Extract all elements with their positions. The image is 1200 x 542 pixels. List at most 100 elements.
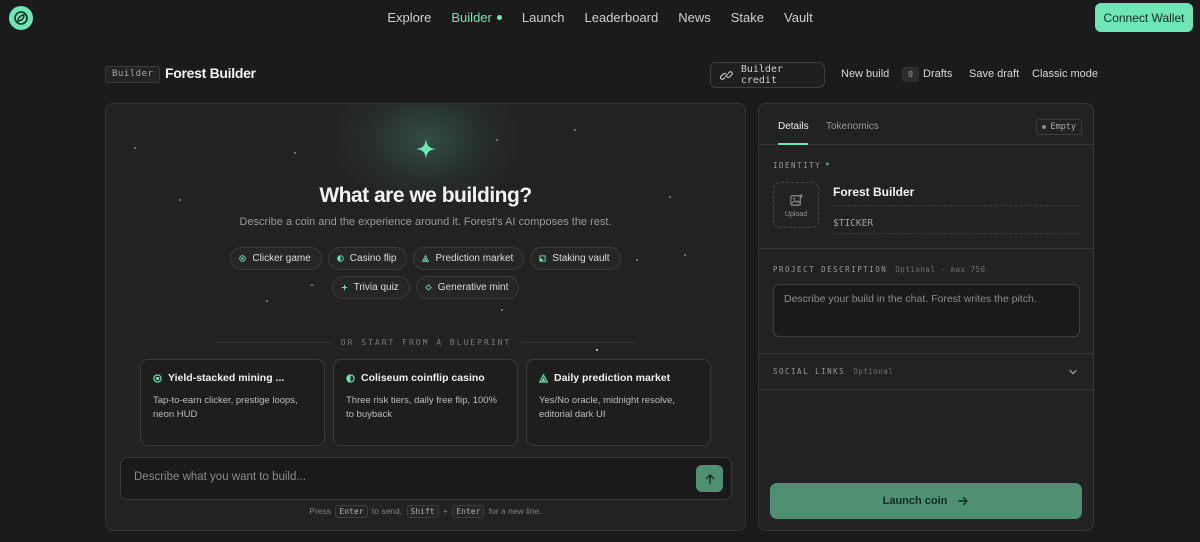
- required-mark: *: [825, 161, 832, 170]
- divider-line: [216, 341, 331, 343]
- chip-casino-flip[interactable]: Casino flip: [327, 247, 408, 270]
- nav-link-vault[interactable]: Vault: [774, 9, 823, 27]
- chip-label: Prediction market: [435, 253, 514, 264]
- star-dot: [266, 300, 268, 302]
- chip-label: Trivia quiz: [353, 282, 399, 293]
- nav-link-builder-label: Builder: [451, 10, 492, 25]
- details-panel: Details Tokenomics Empty IDENTITY * Uploa…: [758, 103, 1094, 531]
- chip-prediction-market[interactable]: Prediction market: [413, 247, 525, 270]
- prompt-input[interactable]: [134, 471, 674, 483]
- chip-generative-mint[interactable]: Generative mint: [415, 276, 520, 299]
- blueprint-title: Yield-stacked mining ...: [168, 372, 285, 384]
- prompt-chips-row-2: Trivia quiz Generative mint: [106, 276, 745, 299]
- builder-tag: Builder: [105, 66, 161, 83]
- star-dot: [294, 152, 296, 154]
- new-build-button[interactable]: New build: [841, 68, 889, 80]
- triangle-icon: [539, 373, 548, 383]
- upload-image-button[interactable]: Upload: [773, 182, 819, 228]
- details-tabs: Details Tokenomics Empty: [759, 104, 1093, 145]
- builder-chat-panel: What are we building? Describe a coin an…: [105, 103, 746, 531]
- blueprint-title: Coliseum coinflip casino: [361, 372, 485, 384]
- drafts-count-badge: 0: [902, 67, 919, 82]
- star-dot: [134, 147, 136, 149]
- tab-underline: [778, 143, 808, 145]
- send-button[interactable]: [696, 465, 723, 492]
- blueprint-desc: Tap-to-earn clicker, prestige loops, neo…: [153, 395, 298, 420]
- blueprint-title-row: Yield-stacked mining ...: [153, 372, 312, 384]
- prompt-chips-row-1: Clicker game Casino flip Prediction mark…: [106, 247, 745, 270]
- circle-dot-icon: [239, 255, 247, 262]
- link-icon: [720, 70, 733, 80]
- hint-text: +: [442, 506, 448, 516]
- active-dot-icon: [496, 15, 502, 21]
- project-description-textarea[interactable]: [773, 284, 1080, 337]
- chip-label: Clicker game: [252, 253, 311, 264]
- nav-link-builder[interactable]: Builder: [441, 9, 511, 27]
- chevron-down-icon[interactable]: [1068, 367, 1078, 377]
- blueprint-title-row: Daily prediction market: [539, 372, 698, 384]
- half-circle-icon: [346, 373, 355, 383]
- hint-text: Press: [309, 506, 332, 516]
- hero-title: What are we building?: [319, 184, 532, 207]
- divider-line: [521, 341, 637, 343]
- blueprint-desc: Three risk tiers, daily free flip, 100% …: [346, 395, 498, 420]
- blueprint-card-casino[interactable]: Coliseum coinflip casino Three risk tier…: [333, 359, 518, 446]
- tab-tokenomics[interactable]: Tokenomics: [826, 121, 879, 132]
- save-draft-button[interactable]: Save draft: [969, 68, 1019, 80]
- nav-link-leaderboard[interactable]: Leaderboard: [575, 9, 669, 27]
- circle-dot-icon: [153, 373, 162, 383]
- empty-status-badge: Empty: [1036, 119, 1082, 135]
- empty-status-label: Empty: [1050, 122, 1076, 132]
- description-meta: Optional · max 750: [895, 265, 986, 274]
- blueprint-card-prediction[interactable]: Daily prediction market Yes/No oracle, m…: [526, 359, 711, 446]
- nav-link-stake[interactable]: Stake: [721, 9, 774, 27]
- identity-section-label: IDENTITY *: [773, 161, 831, 170]
- chip-trivia-quiz[interactable]: Trivia quiz: [331, 276, 410, 299]
- page-title: Forest Builder: [165, 65, 256, 81]
- tab-details[interactable]: Details: [778, 121, 809, 132]
- chip-staking-vault[interactable]: Staking vault: [530, 247, 621, 270]
- star-dot: [596, 349, 598, 351]
- hint-text: to send,: [371, 506, 403, 516]
- chip-label: Generative mint: [437, 282, 509, 293]
- connect-wallet-button[interactable]: Connect Wallet: [1095, 3, 1193, 32]
- top-nav: Explore Builder Launch Leaderboard News …: [0, 0, 1200, 36]
- ticker-field[interactable]: [833, 214, 1078, 234]
- hint-text: for a new line.: [488, 506, 542, 516]
- description-section-label: PROJECT DESCRIPTION Optional · max 750: [773, 265, 986, 274]
- enter-key: Enter: [452, 505, 485, 518]
- square-icon: [539, 255, 546, 262]
- description-label-text: PROJECT DESCRIPTION: [773, 265, 888, 274]
- section-divider: [759, 248, 1093, 249]
- plus-icon: [341, 284, 347, 291]
- blueprint-card-mining[interactable]: Yield-stacked mining ... Tap-to-earn cli…: [140, 359, 325, 446]
- section-divider: [759, 389, 1093, 390]
- classic-mode-button[interactable]: Classic mode: [1032, 68, 1098, 80]
- prompt-box: [120, 457, 732, 500]
- social-section-label: SOCIAL LINKS Optional: [773, 367, 893, 376]
- nav-links: Explore Builder Launch Leaderboard News …: [0, 9, 1200, 27]
- sparkle-icon: [416, 139, 436, 159]
- diamond-icon: [425, 284, 432, 291]
- upload-label: Upload: [784, 210, 808, 218]
- shift-key: Shift: [406, 505, 439, 518]
- nav-link-explore[interactable]: Explore: [377, 9, 441, 27]
- status-dot-icon: [1042, 125, 1047, 129]
- launch-coin-button[interactable]: Launch coin: [770, 483, 1082, 519]
- enter-key: Enter: [335, 505, 368, 518]
- drafts-button[interactable]: Drafts: [923, 68, 952, 80]
- nav-link-launch[interactable]: Launch: [512, 9, 575, 27]
- star-dot: [574, 129, 576, 131]
- blueprint-desc: Yes/No oracle, midnight resolve, editori…: [539, 395, 675, 420]
- blueprint-title-row: Coliseum coinflip casino: [346, 372, 505, 384]
- builder-credit-button[interactable]: Builder credit: [710, 62, 825, 88]
- star-dot: [501, 309, 503, 311]
- chip-label: Staking vault: [552, 253, 610, 264]
- blueprint-divider-text: OR START FROM A BLUEPRINT: [340, 337, 512, 347]
- half-circle-icon: [337, 255, 344, 262]
- nav-link-news[interactable]: News: [668, 9, 721, 27]
- coin-name-field[interactable]: [833, 184, 1078, 206]
- keyboard-hint: Press Enter to send, Shift + Enter for a…: [106, 505, 745, 518]
- chip-clicker-game[interactable]: Clicker game: [230, 247, 322, 270]
- hero-subtitle: Describe a coin and the experience aroun…: [239, 216, 612, 228]
